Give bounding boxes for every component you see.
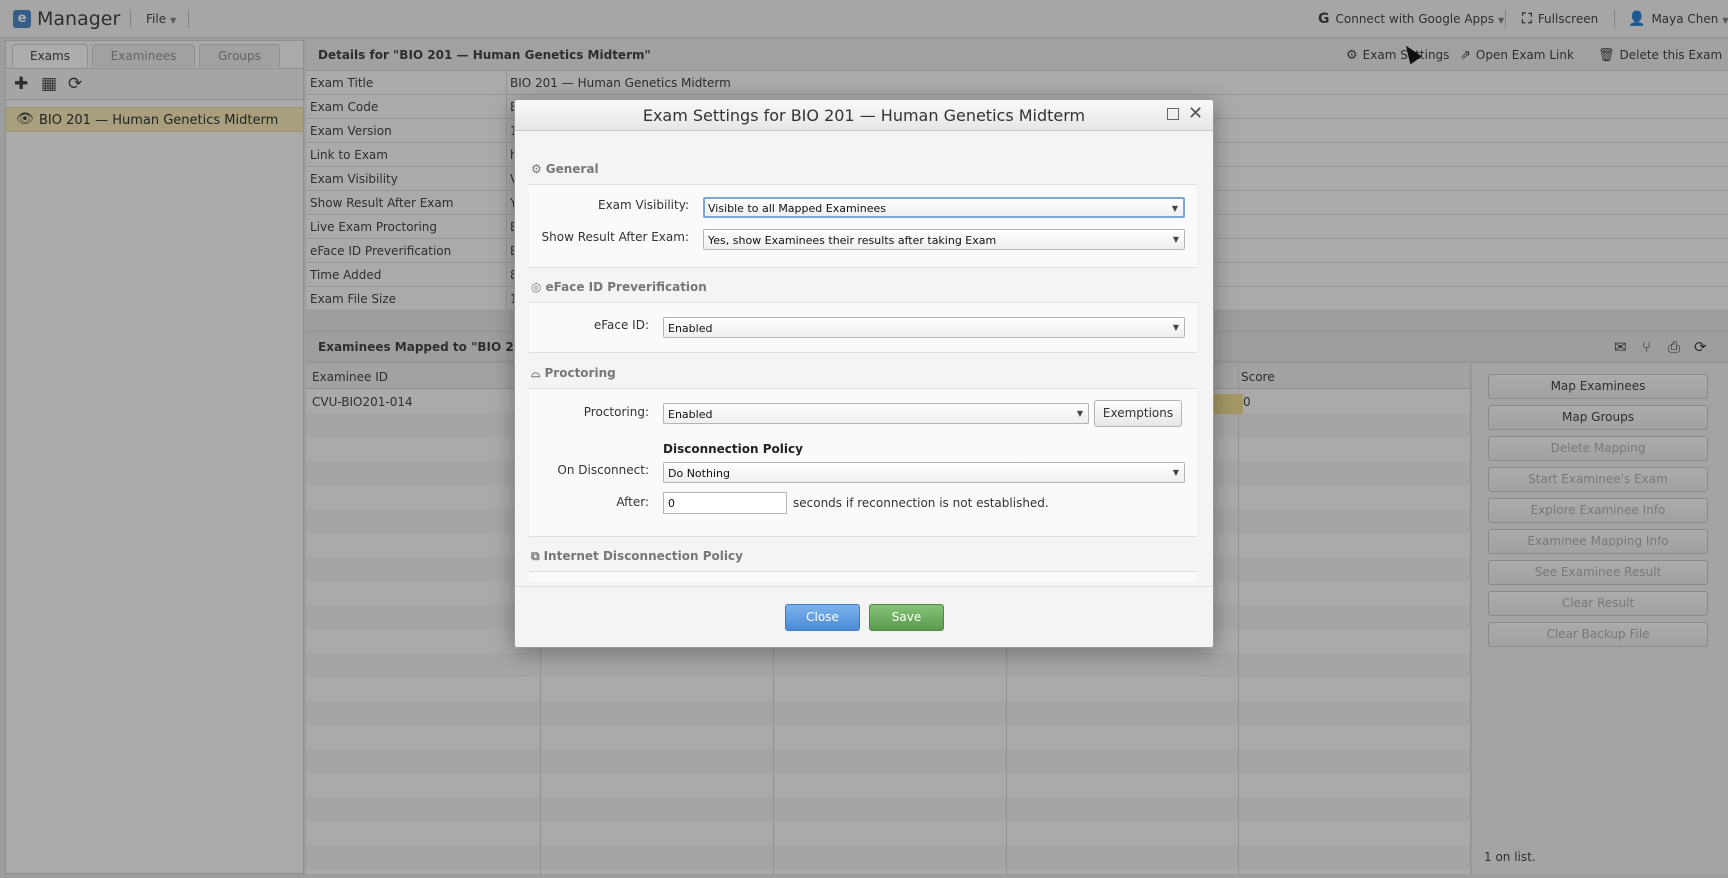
maximize-icon[interactable]: [1167, 108, 1179, 120]
dialog-footer: Close Save: [515, 586, 1213, 647]
save-button[interactable]: Save: [869, 604, 944, 631]
exam-settings-dialog: Exam Settings for BIO 201 — Human Geneti…: [514, 99, 1214, 648]
on-disconnect-select[interactable]: Do Nothing ▼: [663, 462, 1185, 483]
dialog-title: Exam Settings for BIO 201 — Human Geneti…: [642, 106, 1086, 125]
section-proctoring: Proctoring: Enabled ▼ Exemptions Disconne…: [529, 388, 1197, 537]
show-result-label: Show Result After Exam:: [541, 230, 690, 244]
section-general-title: General: [545, 162, 599, 176]
on-disconnect-value: Do Nothing: [668, 467, 730, 480]
section-internet: [529, 571, 1197, 582]
chevron-down-icon: ▼: [1172, 323, 1179, 332]
eface-id-value: Enabled: [668, 322, 713, 335]
gear-icon: ⚙: [531, 162, 542, 176]
chevron-down-icon: ▼: [1076, 409, 1083, 418]
glasses-icon: ⌓: [531, 366, 541, 380]
proctoring-value: Enabled: [668, 408, 713, 421]
show-result-value: Yes, show Examinees their results after …: [708, 234, 997, 247]
section-general: Exam Visibility: Visible to all Mapped E…: [529, 184, 1197, 268]
eface-id-label: eFace ID:: [593, 318, 649, 332]
eface-id-select[interactable]: Enabled ▼: [663, 317, 1185, 338]
section-general-heading: ⚙ General: [531, 162, 599, 176]
section-eface-title: eFace ID Preverification: [545, 280, 707, 294]
section-internet-title: Internet Disconnection Policy: [543, 549, 743, 563]
dialog-body: ⚙ General Exam Visibility: Visible to all…: [529, 144, 1201, 582]
close-icon[interactable]: ✕: [1188, 103, 1203, 124]
network-icon: ⧉: [531, 549, 540, 563]
dialog-titlebar[interactable]: Exam Settings for BIO 201 — Human Geneti…: [515, 100, 1213, 131]
show-result-select[interactable]: Yes, show Examinees their results after …: [703, 229, 1185, 250]
close-button[interactable]: Close: [785, 604, 860, 631]
proctoring-label: Proctoring:: [583, 405, 649, 419]
disconnection-policy-heading: Disconnection Policy: [663, 442, 803, 456]
after-label: After:: [616, 495, 649, 509]
section-proctoring-heading: ⌓ Proctoring: [531, 366, 616, 381]
section-eface-heading: ◎ eFace ID Preverification: [531, 280, 707, 294]
chevron-down-icon: ▼: [1172, 235, 1179, 244]
chevron-down-icon: ▼: [1172, 468, 1179, 477]
on-disconnect-label: On Disconnect:: [557, 463, 649, 477]
fingerprint-icon: ◎: [531, 280, 542, 294]
chevron-down-icon: ▼: [1171, 204, 1178, 213]
exemptions-button[interactable]: Exemptions: [1094, 400, 1182, 427]
exam-visibility-label: Exam Visibility:: [597, 198, 689, 212]
exam-visibility-value: Visible to all Mapped Examinees: [708, 202, 886, 215]
exam-visibility-select[interactable]: Visible to all Mapped Examinees ▼: [703, 197, 1185, 218]
proctoring-select[interactable]: Enabled ▼: [663, 403, 1089, 424]
section-proctoring-title: Proctoring: [544, 366, 616, 380]
section-eface: eFace ID: Enabled ▼: [529, 302, 1197, 353]
after-seconds-suffix: seconds if reconnection is not establish…: [793, 496, 1049, 510]
section-internet-heading: ⧉ Internet Disconnection Policy: [531, 549, 743, 564]
after-seconds-input[interactable]: 0: [663, 492, 787, 514]
